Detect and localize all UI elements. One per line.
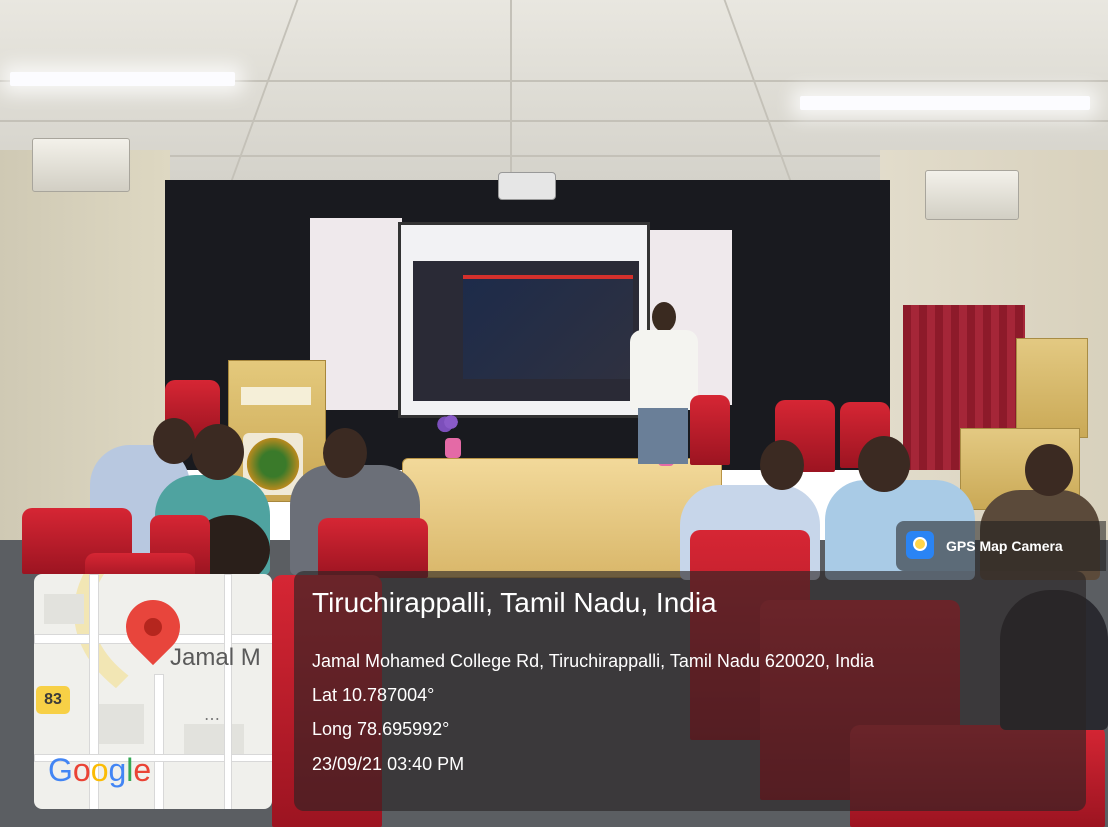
latitude: Lat 10.787004°: [312, 685, 435, 705]
chair: [318, 518, 428, 578]
map-place-label: Jamal M: [170, 644, 261, 671]
table: [402, 458, 722, 578]
flowers: [436, 410, 466, 434]
route-number-badge: 83: [36, 686, 70, 714]
speaker: [630, 330, 698, 410]
chair: [690, 395, 730, 465]
audience-head: [323, 428, 367, 478]
longitude: Long 78.695992°: [312, 719, 450, 739]
ceiling-light: [800, 96, 1090, 110]
location-info-panel: Tiruchirappalli, Tamil Nadu, India Jamal…: [294, 571, 1086, 811]
speaker-legs: [638, 408, 688, 464]
audience-head: [1025, 444, 1073, 496]
location-title: Tiruchirappalli, Tamil Nadu, India: [312, 587, 717, 618]
timestamp: 23/09/21 03:40 PM: [312, 754, 465, 774]
projector: [498, 172, 556, 200]
gps-camera-icon: [906, 531, 934, 559]
app-badge-label: GPS Map Camera: [946, 538, 1063, 554]
vase: [445, 438, 461, 458]
air-conditioner: [925, 170, 1019, 220]
google-logo: Google: [48, 752, 152, 788]
audience-head: [760, 440, 804, 490]
cabinet: [1016, 338, 1088, 438]
audience-head: [858, 436, 910, 492]
map-more-dots: ⋯: [204, 711, 220, 728]
location-address: Jamal Mohamed College Rd, Tiruchirappall…: [312, 651, 874, 671]
speaker-head: [652, 302, 676, 332]
map-thumbnail: Jamal M 83 ⋯ Google: [34, 574, 272, 809]
audience-head: [153, 418, 195, 464]
gps-map-camera-badge: GPS Map Camera: [896, 521, 1106, 571]
projection-screen: [398, 222, 650, 418]
ceiling-light: [10, 72, 235, 86]
audience-head: [192, 424, 244, 480]
air-conditioner: [32, 138, 130, 192]
